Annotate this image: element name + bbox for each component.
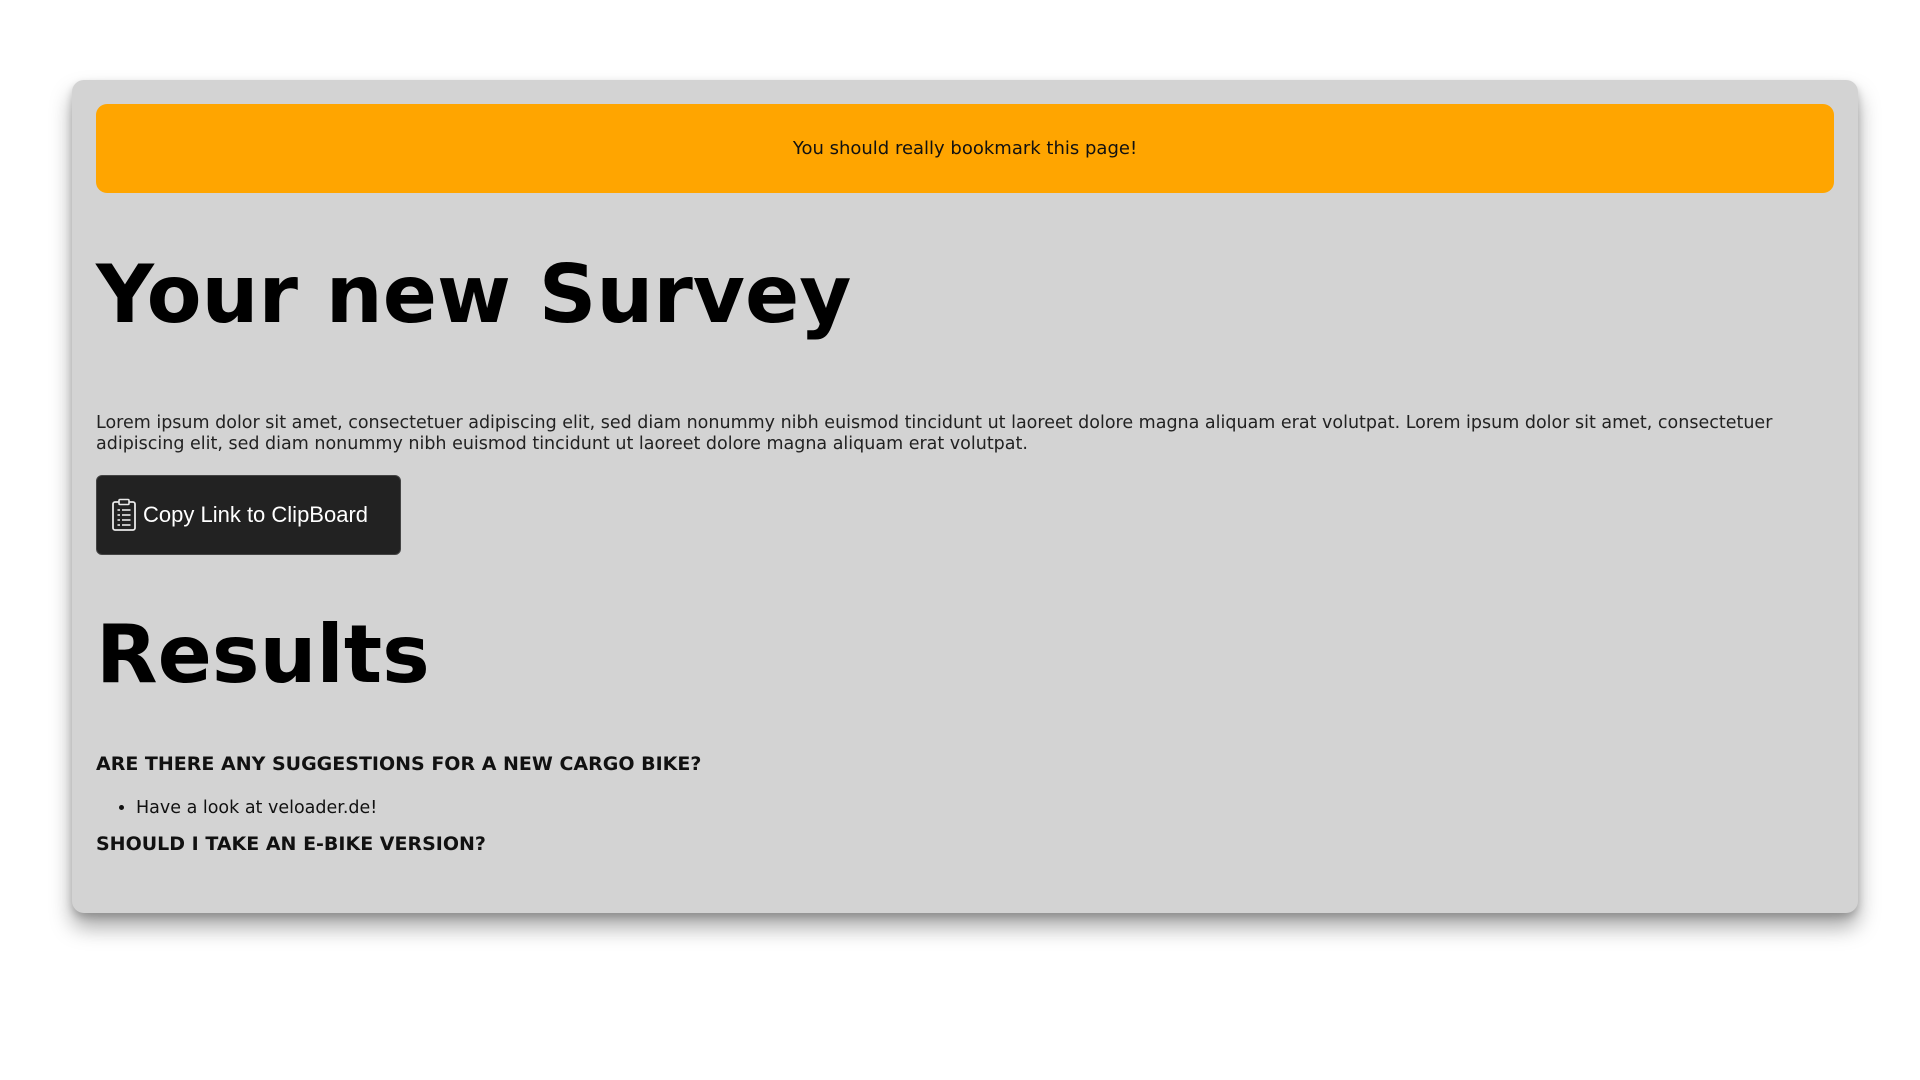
bookmark-banner-text: You should really bookmark this page!: [792, 138, 1138, 159]
bookmark-banner: You should really bookmark this page!: [96, 104, 1834, 193]
page-title: Your new Survey: [96, 248, 852, 341]
survey-card: You should really bookmark this page! Yo…: [72, 80, 1858, 913]
results-title: Results: [96, 608, 430, 701]
question-heading: ARE THERE ANY SUGGESTIONS FOR A NEW CARG…: [96, 753, 702, 775]
answer-list: Have a look at veloader.de!: [96, 797, 1834, 819]
copy-link-button[interactable]: Copy Link to ClipBoard: [96, 475, 401, 555]
list-item: Have a look at veloader.de!: [136, 797, 1834, 819]
clipboard-icon: [111, 498, 137, 532]
copy-link-button-label: Copy Link to ClipBoard: [143, 502, 369, 527]
survey-description: Lorem ipsum dolor sit amet, consectetuer…: [96, 413, 1773, 454]
question-heading: SHOULD I TAKE AN E-BIKE VERSION?: [96, 833, 486, 855]
